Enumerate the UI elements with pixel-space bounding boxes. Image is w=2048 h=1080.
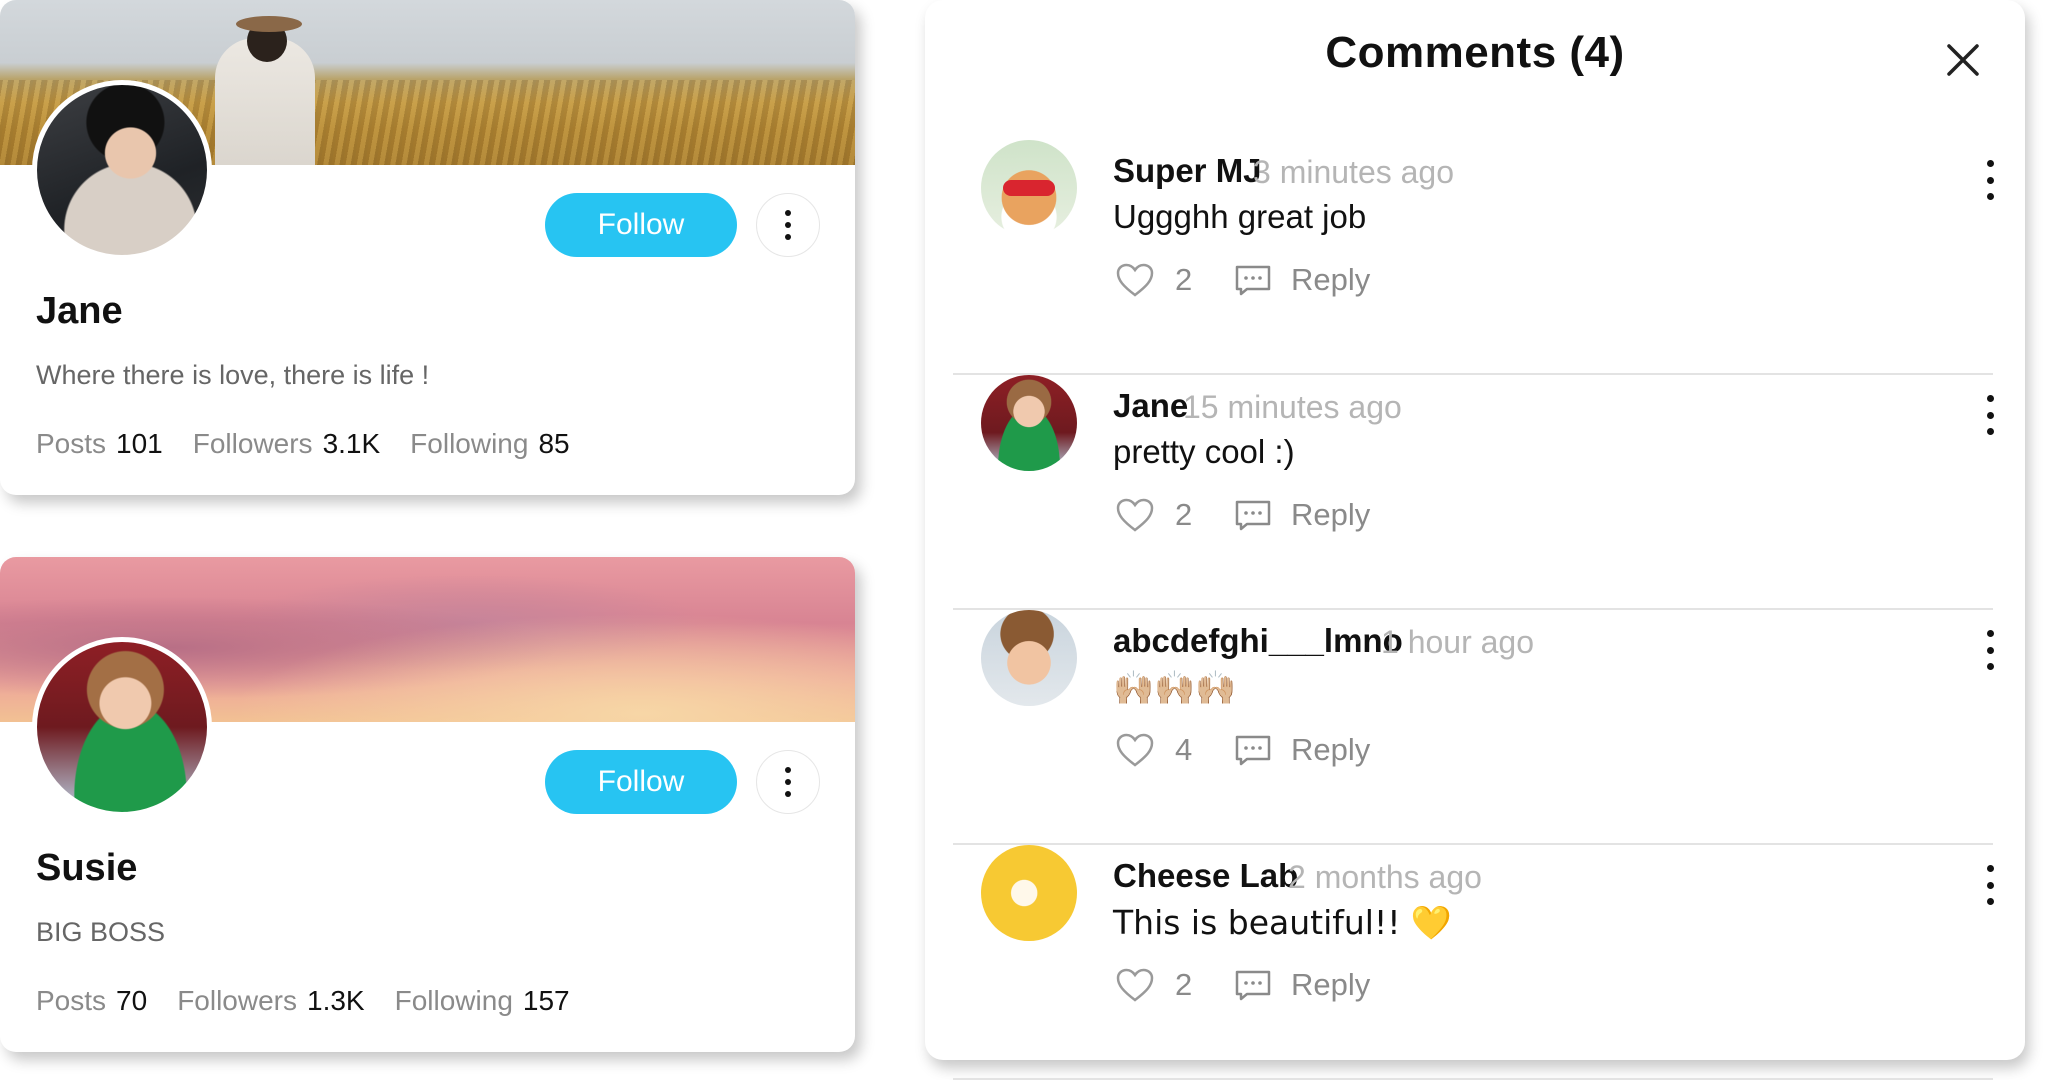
comment-time: 15 minutes ago	[1183, 389, 1402, 425]
follow-button[interactable]: Follow	[545, 750, 737, 814]
reply-button[interactable]: Reply	[1291, 497, 1370, 533]
stat-value: 85	[538, 428, 570, 459]
more-vertical-icon	[1986, 630, 1994, 637]
stat-label: Followers	[177, 985, 297, 1016]
avatar[interactable]	[981, 375, 1077, 471]
like-count: 2	[1175, 497, 1193, 532]
reply-button[interactable]: Reply	[1291, 967, 1370, 1003]
avatar[interactable]	[981, 140, 1077, 236]
stat-value: 70	[116, 985, 148, 1016]
close-icon	[1947, 44, 1979, 76]
heart-icon[interactable]	[1115, 262, 1155, 298]
like-count: 2	[1175, 967, 1193, 1002]
heart-icon[interactable]	[1115, 732, 1155, 768]
reply-icon[interactable]	[1233, 733, 1273, 767]
profile-stats: Posts 70 Followers 1.3K Following 157	[36, 985, 570, 1017]
comment-item: Super MJ 3 minutes ago Uggghh great job …	[953, 140, 1994, 375]
more-vertical-icon	[1986, 865, 1994, 872]
stat-label: Following	[394, 985, 513, 1016]
reply-icon[interactable]	[1233, 263, 1273, 297]
profile-name: Jane	[36, 290, 123, 332]
stat-posts[interactable]: Posts 70	[36, 985, 147, 1017]
profile-bio: BIG BOSS	[36, 917, 166, 947]
like-count: 4	[1175, 732, 1193, 767]
reply-icon[interactable]	[1233, 498, 1273, 532]
stat-value: 101	[116, 428, 163, 459]
comment-more-button[interactable]	[1980, 865, 2000, 905]
stat-value: 1.3K	[307, 985, 365, 1016]
stat-label: Following	[410, 428, 529, 459]
comment-more-button[interactable]	[1980, 160, 2000, 200]
stat-label: Followers	[192, 428, 313, 459]
comment-item: Cheese Lab 2 months ago This is beautifu…	[953, 845, 1994, 1080]
more-vertical-icon	[785, 767, 791, 773]
comment-time: 3 minutes ago	[1253, 154, 1455, 190]
comment-actions: 2 Reply	[1115, 497, 1370, 533]
stat-label: Posts	[36, 428, 107, 459]
more-vertical-icon	[1986, 160, 1994, 167]
stat-label: Posts	[36, 985, 107, 1016]
comment-time: 2 months ago	[1288, 859, 1482, 895]
profile-bio: Where there is love, there is life !	[36, 360, 430, 390]
comment-author[interactable]: Jane	[1113, 387, 1188, 425]
comment-actions: 2 Reply	[1115, 262, 1370, 298]
heart-icon[interactable]	[1115, 497, 1155, 533]
stat-followers[interactable]: Followers 1.3K	[177, 985, 364, 1017]
follow-button[interactable]: Follow	[545, 193, 737, 257]
comment-text: pretty cool :)	[1113, 433, 1295, 470]
stat-posts[interactable]: Posts 101	[36, 428, 163, 460]
avatar[interactable]	[981, 610, 1077, 706]
stat-following[interactable]: Following 85	[410, 428, 569, 460]
comment-time: 1 hour ago	[1381, 624, 1535, 660]
more-vertical-icon	[1986, 395, 1994, 402]
profile-card-jane: Follow Jane Where there is love, there i…	[0, 0, 855, 495]
comment-text: Uggghh great job	[1113, 198, 1367, 235]
comment-actions: 2 Reply	[1115, 967, 1370, 1003]
comment-author[interactable]: Cheese Lab	[1113, 857, 1298, 895]
stat-value: 3.1K	[322, 428, 381, 459]
reply-icon[interactable]	[1233, 968, 1273, 1002]
reply-button[interactable]: Reply	[1291, 732, 1370, 768]
stat-following[interactable]: Following 157	[395, 985, 570, 1017]
comment-more-button[interactable]	[1980, 395, 2000, 435]
profile-card-susie: Follow Susie BIG BOSS Posts 70 Followers…	[0, 557, 855, 1052]
profile-name: Susie	[36, 847, 138, 889]
comments-panel: Comments (4) Super MJ 3 minutes ago Uggg…	[925, 0, 2025, 1080]
comment-actions: 4 Reply	[1115, 732, 1370, 768]
close-button[interactable]	[1943, 40, 1983, 80]
comment-item: abcdefghi___lmno 1 hour ago 🙌🏼🙌🏼🙌🏼 4 Rep…	[953, 610, 1994, 845]
comment-author[interactable]: abcdefghi___lmno	[1113, 622, 1403, 660]
more-options-button[interactable]	[756, 750, 820, 814]
avatar[interactable]	[32, 637, 212, 817]
reply-button[interactable]: Reply	[1291, 262, 1370, 298]
comment-more-button[interactable]	[1980, 630, 2000, 670]
more-vertical-icon	[785, 210, 791, 216]
comment-text: 🙌🏼🙌🏼🙌🏼	[1113, 668, 1237, 707]
comment-author[interactable]: Super MJ	[1113, 152, 1262, 190]
avatar[interactable]	[981, 845, 1077, 941]
stat-followers[interactable]: Followers 3.1K	[193, 428, 380, 460]
stat-value: 157	[522, 985, 570, 1016]
more-options-button[interactable]	[756, 193, 820, 257]
avatar[interactable]	[32, 80, 212, 260]
comments-title: Comments (4)	[1325, 28, 1625, 77]
heart-icon[interactable]	[1115, 967, 1155, 1003]
comment-text: This is beautiful!! 💛	[1113, 903, 1453, 942]
like-count: 2	[1175, 262, 1193, 297]
comment-item: Jane 15 minutes ago pretty cool :) 2 Rep…	[953, 375, 1994, 610]
profile-stats: Posts 101 Followers 3.1K Following 85	[36, 428, 570, 460]
